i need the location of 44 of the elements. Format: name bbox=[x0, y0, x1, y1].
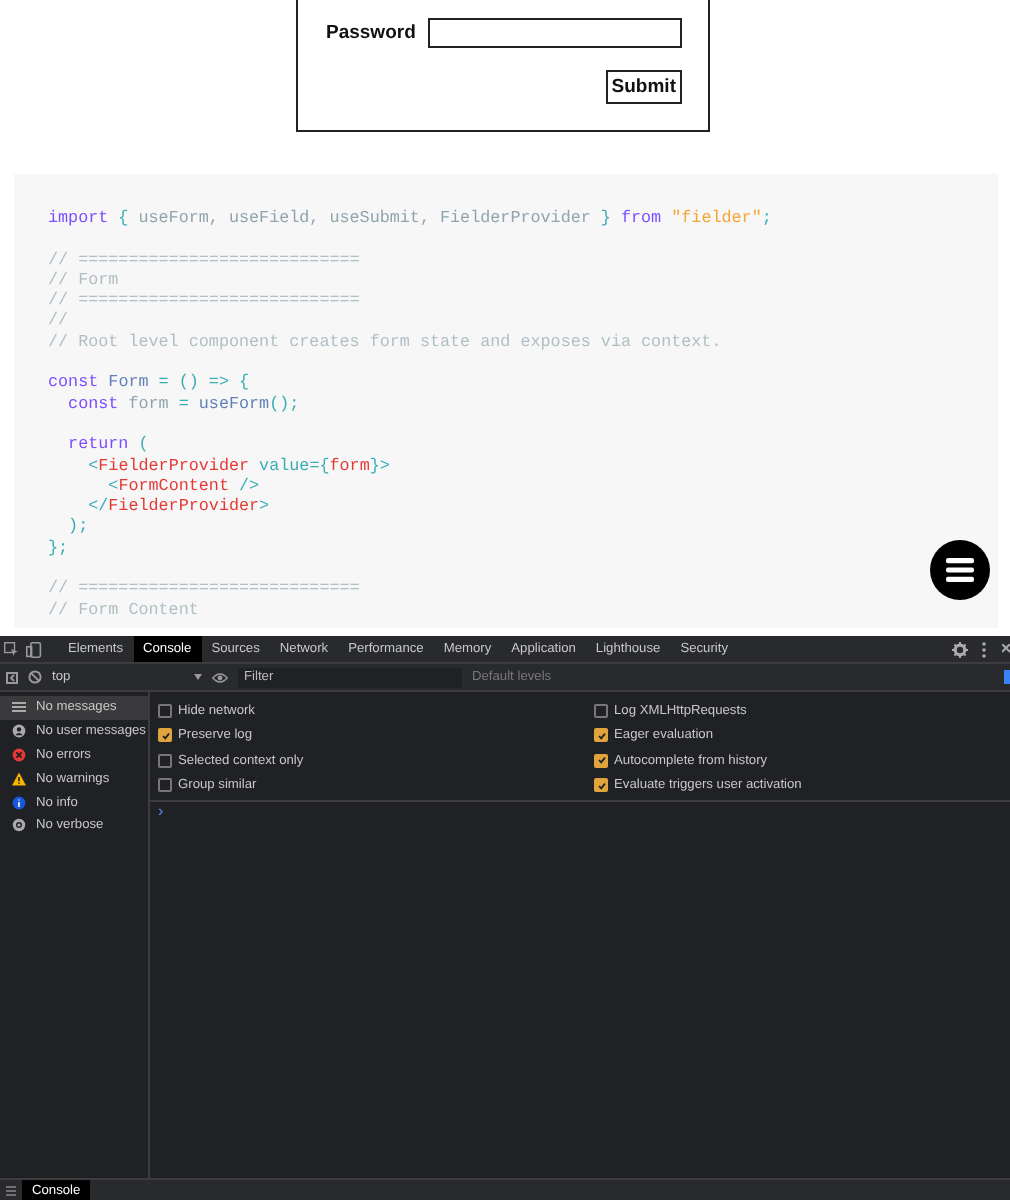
checkbox[interactable] bbox=[158, 728, 172, 743]
clear-icon[interactable] bbox=[28, 670, 42, 684]
code-line: // Form bbox=[48, 269, 119, 291]
code-line: // Root level component creates form state and exposes via context. bbox=[48, 331, 722, 353]
code-line: // ============================ bbox=[48, 249, 360, 270]
settings-icon[interactable] bbox=[952, 641, 968, 657]
code-line: return ( bbox=[66, 434, 149, 456]
code-line: const form = useForm(); bbox=[66, 393, 300, 414]
checkbox[interactable] bbox=[158, 778, 172, 793]
close-icon[interactable] bbox=[1002, 643, 1010, 655]
code-line: // bbox=[48, 310, 69, 332]
warning-icon bbox=[12, 771, 26, 786]
code-line: ); bbox=[66, 516, 89, 538]
list-icon bbox=[12, 700, 26, 715]
password-field[interactable] bbox=[428, 18, 682, 48]
code-line: // ============================ bbox=[48, 578, 360, 600]
caret-icon bbox=[194, 674, 202, 680]
console-prompt: › bbox=[156, 802, 164, 820]
error-icon bbox=[12, 747, 26, 762]
user-icon bbox=[12, 724, 26, 739]
checkbox[interactable] bbox=[594, 778, 608, 793]
device-icon[interactable] bbox=[26, 641, 42, 657]
submit-button[interactable]: Submit bbox=[605, 70, 682, 104]
code-line: <FielderProvider value={form}> bbox=[86, 455, 390, 476]
code-line: // Form Content bbox=[48, 599, 199, 620]
info-icon bbox=[12, 795, 26, 810]
eye-icon[interactable] bbox=[212, 671, 228, 683]
code-line: </FielderProvider> bbox=[86, 496, 270, 517]
code-line: }; bbox=[48, 537, 69, 559]
checkbox[interactable] bbox=[594, 728, 608, 743]
menu-icon[interactable] bbox=[6, 1185, 16, 1195]
checkbox[interactable] bbox=[594, 753, 608, 768]
checkbox[interactable] bbox=[594, 703, 608, 718]
code-line: import { useForm, useField, useSubmit, FielderProvider } from "fielder"; bbox=[48, 208, 772, 229]
code-line: // ============================ bbox=[48, 290, 360, 311]
checkbox[interactable] bbox=[158, 753, 172, 768]
checkbox[interactable] bbox=[158, 703, 172, 718]
password-label: Password bbox=[326, 22, 416, 44]
sidebar-toggle-icon[interactable] bbox=[6, 671, 18, 683]
inspect-icon[interactable] bbox=[4, 642, 18, 656]
gear-icon bbox=[12, 818, 26, 833]
menu-icon bbox=[946, 558, 974, 582]
code-line: <FormContent /> bbox=[106, 475, 260, 497]
code-line: const Form = () => { bbox=[48, 372, 250, 394]
